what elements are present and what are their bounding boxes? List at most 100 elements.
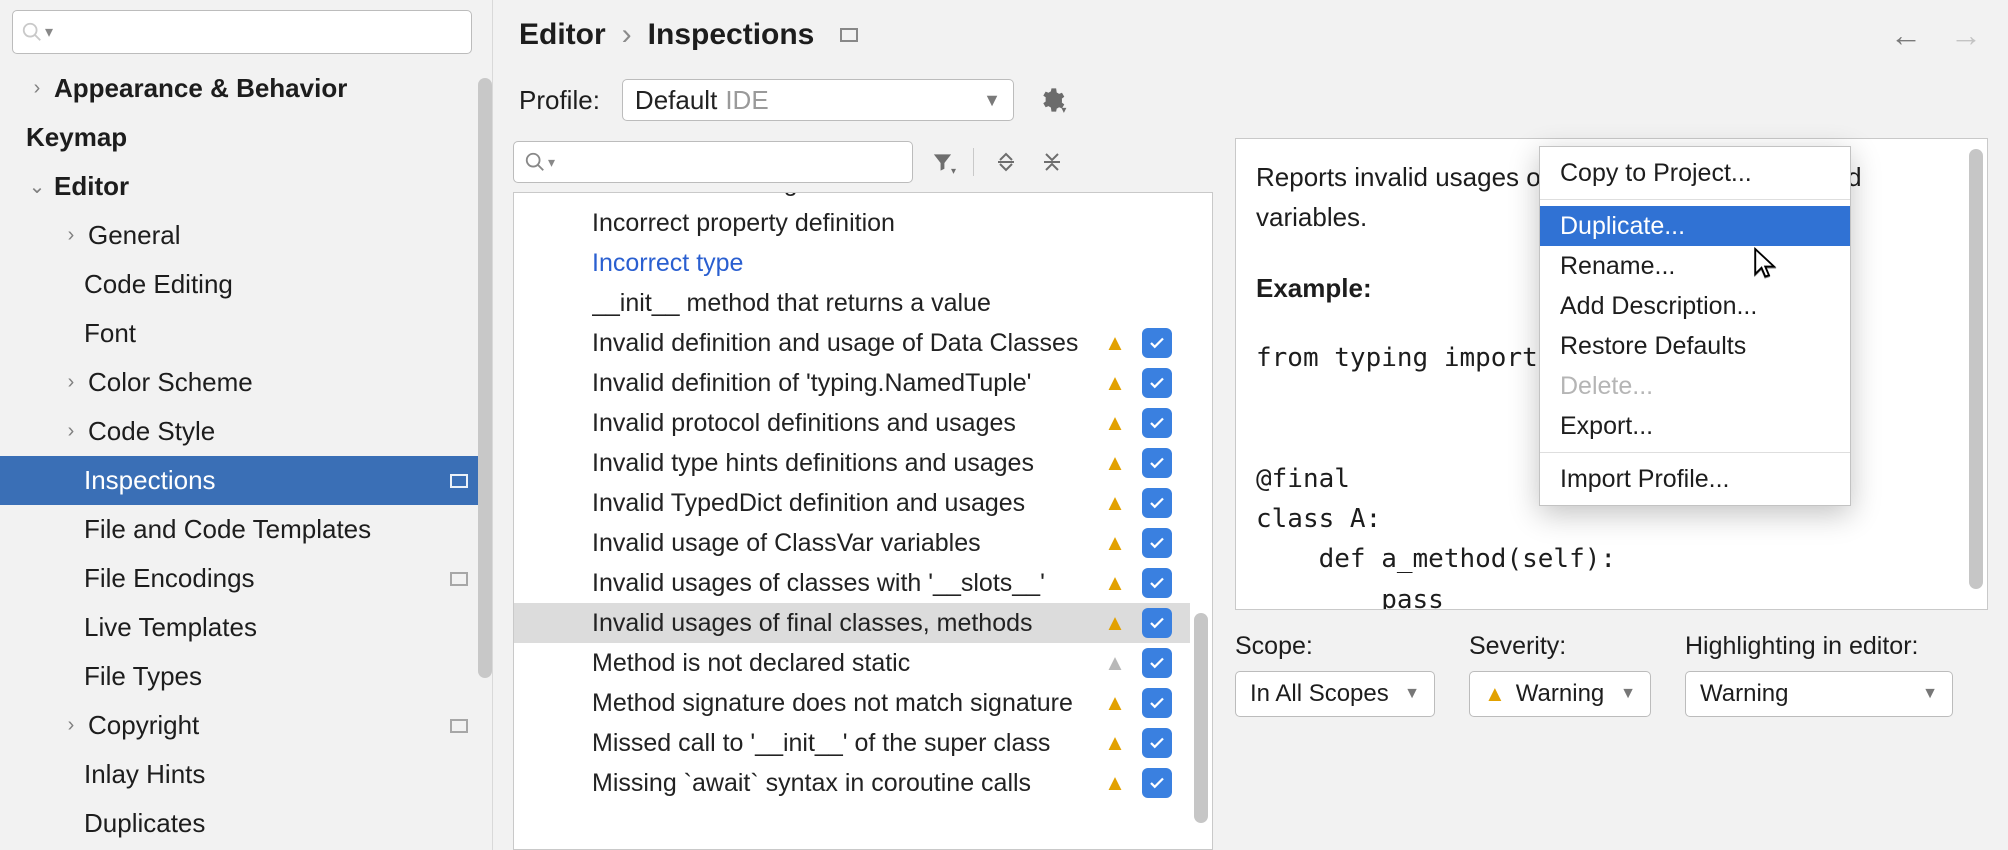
menu-item-duplicate[interactable]: Duplicate... [1540, 206, 1850, 246]
severity-label: Severity: [1469, 632, 1651, 661]
menu-item-restore-defaults[interactable]: Restore Defaults [1540, 326, 1850, 366]
project-level-icon [450, 572, 468, 586]
inspection-enabled-checkbox[interactable] [1142, 408, 1172, 438]
breadcrumb-editor[interactable]: Editor [519, 18, 606, 52]
sidebar-item-general[interactable]: ›General [0, 211, 492, 260]
inspection-row[interactable]: Incorrect type [514, 243, 1190, 283]
sidebar-item-label: Live Templates [84, 612, 257, 643]
inspection-row[interactable]: Invalid definition of 'typing.NamedTuple… [514, 363, 1190, 403]
project-level-icon [450, 474, 468, 488]
sidebar-item-inlay-hints[interactable]: Inlay Hints [0, 750, 492, 799]
inspection-enabled-checkbox[interactable] [1142, 648, 1172, 678]
severity-control: Severity: ▲ Warning ▼ [1469, 632, 1651, 717]
menu-item-import-profile[interactable]: Import Profile... [1540, 459, 1850, 499]
sidebar-item-file-encodings[interactable]: File Encodings [0, 554, 492, 603]
inspection-row[interactable]: Missing `await` syntax in coroutine call… [514, 763, 1190, 803]
inspection-row[interactable]: Invalid protocol definitions and usages▲ [514, 403, 1190, 443]
sidebar-item-label: Color Scheme [88, 367, 253, 398]
sidebar-item-label: General [88, 220, 181, 251]
sidebar-item-copyright[interactable]: ›Copyright [0, 701, 492, 750]
inspection-row[interactable]: Method is not declared static▲ [514, 643, 1190, 683]
inspection-enabled-checkbox[interactable] [1142, 688, 1172, 718]
menu-item-delete: Delete... [1540, 366, 1850, 406]
project-level-icon [450, 719, 468, 733]
sidebar-item-color-scheme[interactable]: ›Color Scheme [0, 358, 492, 407]
inspection-row[interactable]: Invalid usages of final classes, methods… [514, 603, 1190, 643]
sidebar-scrollbar[interactable] [478, 78, 492, 678]
sidebar-item-appearance-behavior[interactable]: ›Appearance & Behavior [0, 64, 492, 113]
profile-select[interactable]: Default IDE ▼ [622, 79, 1014, 121]
scope-control: Scope: In All Scopes ▼ [1235, 632, 1435, 717]
severity-select[interactable]: ▲ Warning ▼ [1469, 671, 1651, 717]
chevron-down-icon: ▼ [983, 90, 1001, 111]
sidebar-item-live-templates[interactable]: Live Templates [0, 603, 492, 652]
sidebar-item-keymap[interactable]: Keymap [0, 113, 492, 162]
inspection-enabled-checkbox[interactable] [1142, 448, 1172, 478]
highlight-label: Highlighting in editor: [1685, 632, 1953, 661]
sidebar-search-field[interactable]: ▾ [12, 10, 472, 54]
sidebar-item-inspections[interactable]: Inspections [0, 456, 492, 505]
inspection-row[interactable]: Invalid type hints definitions and usage… [514, 443, 1190, 483]
project-level-icon [840, 28, 858, 42]
inspection-row[interactable]: Invalid TypedDict definition and usages▲ [514, 483, 1190, 523]
inspection-label: Incorrect property definition [592, 209, 1190, 238]
sidebar-item-label: Editor [54, 171, 129, 202]
sidebar-item-font[interactable]: Font [0, 309, 492, 358]
warning-triangle-icon: ▲ [1102, 490, 1128, 516]
sidebar-item-file-types[interactable]: File Types [0, 652, 492, 701]
chevron-right-icon: › [26, 77, 48, 100]
inspection-label: Method signature does not match signatur… [592, 689, 1094, 718]
inspection-label: Incorrect docstring [592, 192, 1190, 198]
sidebar-item-editor[interactable]: ⌄Editor [0, 162, 492, 211]
inspection-row[interactable]: Incorrect docstring [514, 192, 1190, 203]
filter-button[interactable]: ▾ [931, 148, 959, 176]
highlight-select[interactable]: Warning ▼ [1685, 671, 1953, 717]
expand-all-button[interactable] [992, 148, 1020, 176]
description-scrollbar[interactable] [1969, 149, 1983, 589]
inspection-row[interactable]: Method signature does not match signatur… [514, 683, 1190, 723]
menu-separator [1540, 452, 1850, 453]
highlight-control: Highlighting in editor: Warning ▼ [1685, 632, 1953, 717]
inspection-enabled-checkbox[interactable] [1142, 768, 1172, 798]
inspection-label: __init__ method that returns a value [592, 289, 1190, 318]
menu-item-copy-to-project[interactable]: Copy to Project... [1540, 153, 1850, 193]
inspection-row[interactable]: Invalid usages of classes with '__slots_… [514, 563, 1190, 603]
nav-arrows: ← → [1890, 17, 1982, 54]
inspection-row[interactable]: Invalid definition and usage of Data Cla… [514, 323, 1190, 363]
profile-gear-menu[interactable]: Copy to Project... Duplicate...Rename...A… [1539, 146, 1851, 506]
menu-item-rename[interactable]: Rename... [1540, 246, 1850, 286]
sidebar-item-code-editing[interactable]: Code Editing [0, 260, 492, 309]
warning-triangle-icon: ▲ [1102, 410, 1128, 436]
nav-back-button[interactable]: ← [1890, 17, 1922, 54]
inspection-row[interactable]: Incorrect property definition [514, 203, 1190, 243]
inspection-enabled-checkbox[interactable] [1142, 328, 1172, 358]
menu-item-add-description[interactable]: Add Description... [1540, 286, 1850, 326]
inspection-enabled-checkbox[interactable] [1142, 528, 1172, 558]
inspection-enabled-checkbox[interactable] [1142, 488, 1172, 518]
menu-item-export[interactable]: Export... [1540, 406, 1850, 446]
inspection-enabled-checkbox[interactable] [1142, 728, 1172, 758]
inspection-enabled-checkbox[interactable] [1142, 568, 1172, 598]
scope-select[interactable]: In All Scopes ▼ [1235, 671, 1435, 717]
inspections-list[interactable]: Incorrect docstring Incorrect property de… [513, 192, 1213, 850]
nav-forward-button: → [1950, 17, 1982, 54]
inspections-search-field[interactable]: ▾ [513, 141, 913, 183]
inspection-row[interactable]: Invalid usage of ClassVar variables▲ [514, 523, 1190, 563]
inspection-row[interactable]: Missed call to '__init__' of the super c… [514, 723, 1190, 763]
inspections-list-scrollbar[interactable] [1194, 613, 1208, 823]
inspection-enabled-checkbox[interactable] [1142, 368, 1172, 398]
warning-triangle-icon: ▲ [1102, 650, 1128, 676]
inspection-label: Incorrect type [592, 249, 1190, 278]
collapse-all-button[interactable] [1038, 148, 1066, 176]
inspection-enabled-checkbox[interactable] [1142, 608, 1172, 638]
profile-gear-button[interactable]: ▾ [1036, 82, 1072, 118]
inspections-toolbar: ▾ ▾ [513, 138, 1213, 186]
inspection-label: Missed call to '__init__' of the super c… [592, 729, 1094, 758]
collapse-all-icon [1040, 150, 1064, 174]
sidebar-item-code-style[interactable]: ›Code Style [0, 407, 492, 456]
settings-tree[interactable]: ›Appearance & BehaviorKeymap⌄Editor›Gene… [0, 64, 492, 848]
inspection-row[interactable]: __init__ method that returns a value [514, 283, 1190, 323]
scope-label: Scope: [1235, 632, 1435, 661]
sidebar-item-duplicates[interactable]: Duplicates [0, 799, 492, 848]
sidebar-item-file-and-code-templates[interactable]: File and Code Templates [0, 505, 492, 554]
